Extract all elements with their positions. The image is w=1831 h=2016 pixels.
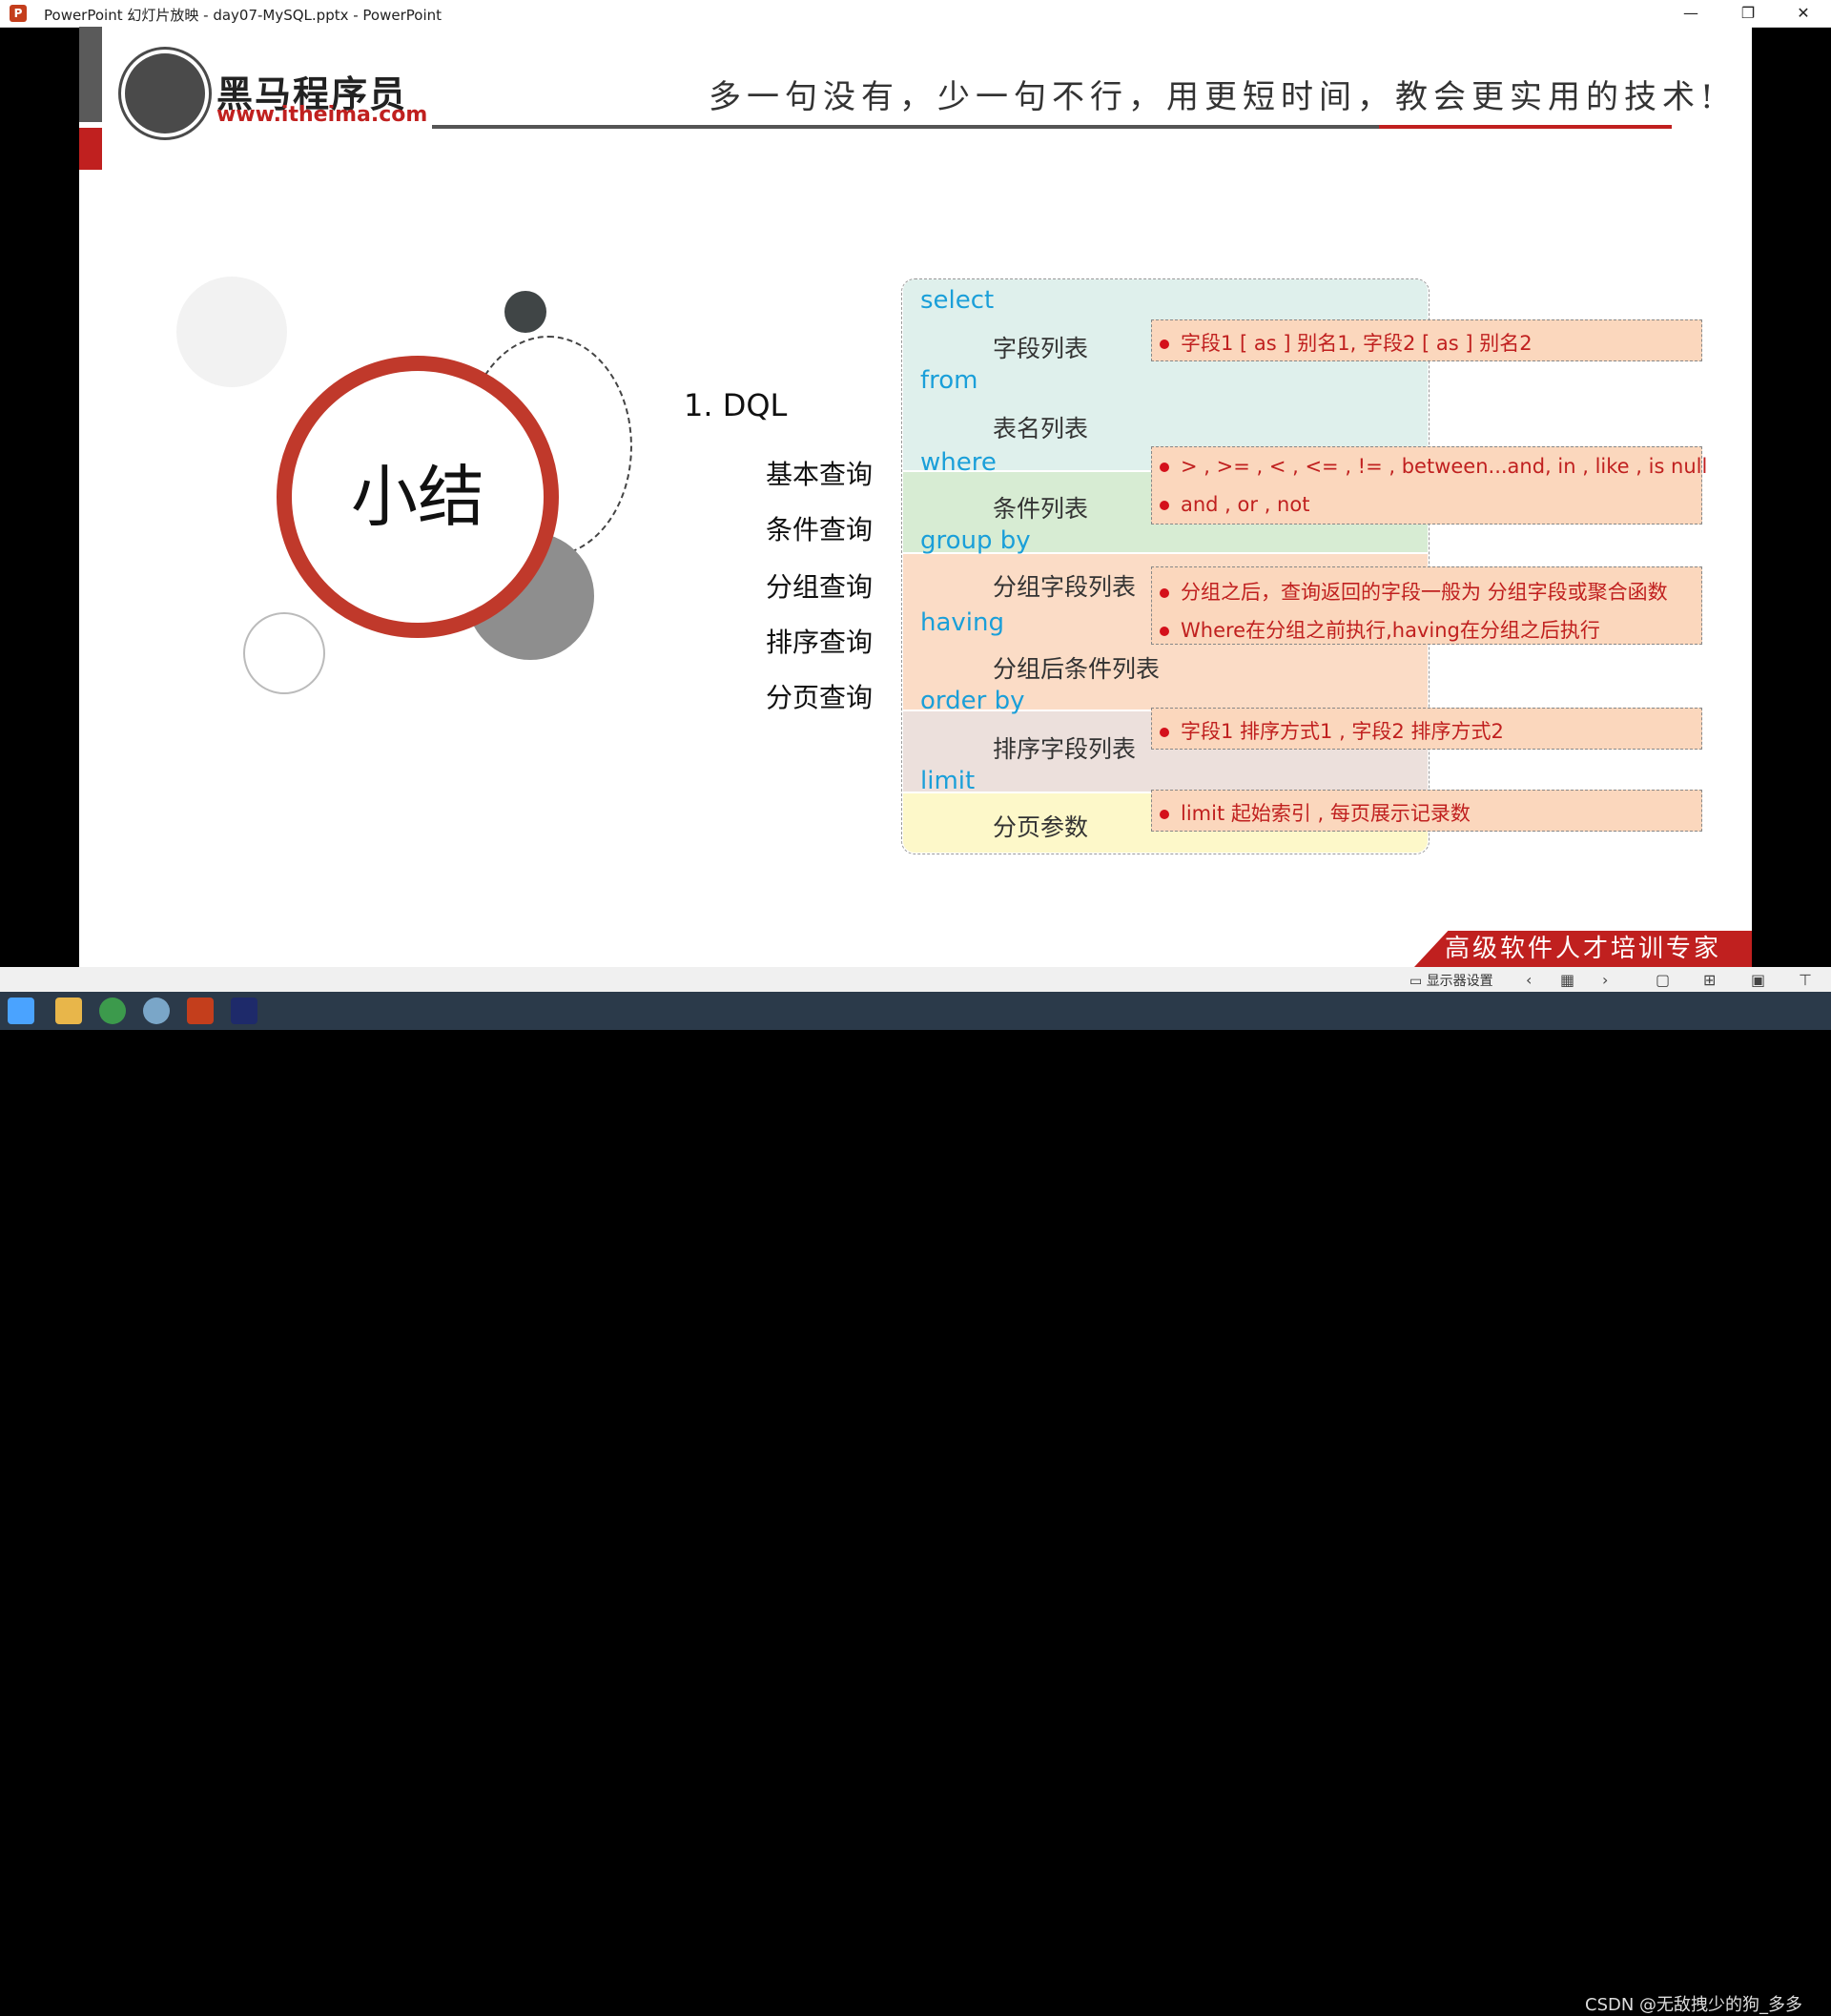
bullet-icon xyxy=(1160,728,1169,737)
display-settings-button[interactable]: ▭ 显示器设置 xyxy=(1409,971,1493,990)
group-note-line-2: Where在分组之前执行,having在分组之后执行 xyxy=(1160,615,1600,644)
order-note: 字段1 排序方式1 , 字段2 排序方式2 xyxy=(1151,708,1702,750)
watermark: CSDN @无敌拽少的狗_多多 xyxy=(1585,1995,1803,2015)
category-sort: 排序查询 xyxy=(766,627,874,658)
where-note-line-1: > , >= , < , <= , != , between...and, in… xyxy=(1160,455,1707,478)
intellij-icon[interactable] xyxy=(231,998,257,1024)
window-titlebar: P PowerPoint 幻灯片放映 - day07-MySQL.pptx - … xyxy=(0,0,1831,28)
chrome-icon[interactable] xyxy=(99,998,126,1024)
order-sub: 排序字段列表 xyxy=(993,735,1137,763)
powerpoint-icon: P xyxy=(10,5,27,22)
group-note-text-2: Where在分组之前执行,having在分组之后执行 xyxy=(1181,619,1600,642)
normal-view-icon[interactable]: ▢ xyxy=(1656,971,1670,989)
group-keyword: group by xyxy=(920,526,1031,555)
bullet-icon xyxy=(1160,339,1169,349)
group-sub: 分组字段列表 xyxy=(993,573,1137,601)
bullet-icon xyxy=(1160,810,1169,819)
bullet-icon xyxy=(1160,627,1169,636)
display-settings-label: 显示器设置 xyxy=(1426,974,1493,989)
header-gray-bar xyxy=(79,27,102,122)
slide[interactable]: 黑马程序员 www.itheima.com 多一句没有，少一句不行，用更短时间，… xyxy=(79,27,1752,967)
select-note: 字段1 [ as ] 别名1, 字段2 [ as ] 别名2 xyxy=(1151,319,1702,361)
deco-circle-outline xyxy=(243,612,325,694)
logo-url: www.itheima.com xyxy=(216,103,428,127)
section-heading: 1. DQL xyxy=(684,387,788,423)
order-keyword: order by xyxy=(920,687,1025,715)
category-basic: 基本查询 xyxy=(766,459,874,490)
bullet-icon xyxy=(1160,501,1169,510)
restore-button[interactable]: ❐ xyxy=(1726,0,1770,27)
limit-note-line: limit 起始索引 , 每页展示记录数 xyxy=(1160,798,1471,827)
header-divider-accent xyxy=(1379,125,1672,129)
group-note-text-1: 分组之后，查询返回的字段一般为 分组字段或聚合函数 xyxy=(1181,581,1668,604)
order-note-text: 字段1 排序方式1 , 字段2 排序方式2 xyxy=(1181,720,1504,743)
where-keyword: where xyxy=(920,448,997,477)
sorter-view-icon[interactable]: ⊞ xyxy=(1703,971,1716,989)
deco-circle-light xyxy=(176,277,287,387)
having-sub: 分组后条件列表 xyxy=(993,655,1161,683)
limit-note-text: limit 起始索引 , 每页展示记录数 xyxy=(1181,802,1471,825)
previous-slide-icon[interactable]: ‹ xyxy=(1526,971,1532,989)
limit-note: limit 起始索引 , 每页展示记录数 xyxy=(1151,790,1702,832)
where-note-text-1: > , >= , < , <= , != , between...and, in… xyxy=(1181,455,1708,478)
next-slide-icon[interactable]: › xyxy=(1602,971,1608,989)
group-note: 分组之后，查询返回的字段一般为 分组字段或聚合函数 Where在分组之前执行,h… xyxy=(1151,566,1702,645)
file-explorer-icon[interactable] xyxy=(55,998,82,1024)
category-paging: 分页查询 xyxy=(766,682,874,713)
horse-logo-icon xyxy=(121,50,209,137)
category-group: 分组查询 xyxy=(766,571,874,603)
having-keyword: having xyxy=(920,608,1005,637)
title-ring: 小结 xyxy=(277,356,559,638)
app-icon[interactable] xyxy=(143,998,170,1024)
slogan: 多一句没有，少一句不行，用更短时间，教会更实用的技术! xyxy=(709,78,1719,116)
where-note-line-2: and , or , not xyxy=(1160,493,1309,516)
bullet-icon xyxy=(1160,463,1169,472)
footer-banner: 高级软件人才培训专家 xyxy=(1414,931,1752,967)
monitor-icon: ▭ xyxy=(1409,974,1427,989)
limit-sub: 分页参数 xyxy=(993,813,1089,841)
deco-circle-dark xyxy=(504,291,546,333)
where-note: > , >= , < , <= , != , between...and, in… xyxy=(1151,446,1707,525)
powerpoint-taskbar-icon[interactable] xyxy=(187,998,214,1024)
from-sub: 表名列表 xyxy=(993,415,1089,442)
select-note-line: 字段1 [ as ] 别名1, 字段2 [ as ] 别名2 xyxy=(1160,328,1533,357)
select-sub: 字段列表 xyxy=(993,335,1089,362)
select-keyword: select xyxy=(920,286,995,315)
order-note-line: 字段1 排序方式1 , 字段2 排序方式2 xyxy=(1160,716,1504,745)
windows-start-icon[interactable] xyxy=(8,998,34,1024)
slide-title: 小结 xyxy=(351,458,484,536)
minimize-button[interactable]: — xyxy=(1669,0,1713,27)
header-red-bar xyxy=(79,128,102,170)
slide-grid-icon[interactable]: ▦ xyxy=(1560,971,1574,989)
select-note-text: 字段1 [ as ] 别名1, 字段2 [ as ] 别名2 xyxy=(1181,332,1533,355)
category-condition: 条件查询 xyxy=(766,514,874,545)
window-title: PowerPoint 幻灯片放映 - day07-MySQL.pptx - Po… xyxy=(44,7,442,24)
slideshow-statusbar: ▭ 显示器设置 ‹ ▦ › ▢ ⊞ ▣ ⊤ xyxy=(0,967,1831,992)
reading-view-icon[interactable]: ▣ xyxy=(1751,971,1765,989)
taskbar: CSDN @无敌拽少的狗_多多 xyxy=(0,992,1831,2015)
limit-keyword: limit xyxy=(920,767,976,795)
where-sub: 条件列表 xyxy=(993,495,1089,523)
bullet-icon xyxy=(1160,588,1169,598)
group-note-line-1: 分组之后，查询返回的字段一般为 分组字段或聚合函数 xyxy=(1160,577,1668,606)
close-button[interactable]: ✕ xyxy=(1781,0,1825,27)
slideshow-view-icon[interactable]: ⊤ xyxy=(1799,971,1812,989)
from-keyword: from xyxy=(920,366,978,395)
where-note-text-2: and , or , not xyxy=(1181,493,1310,516)
